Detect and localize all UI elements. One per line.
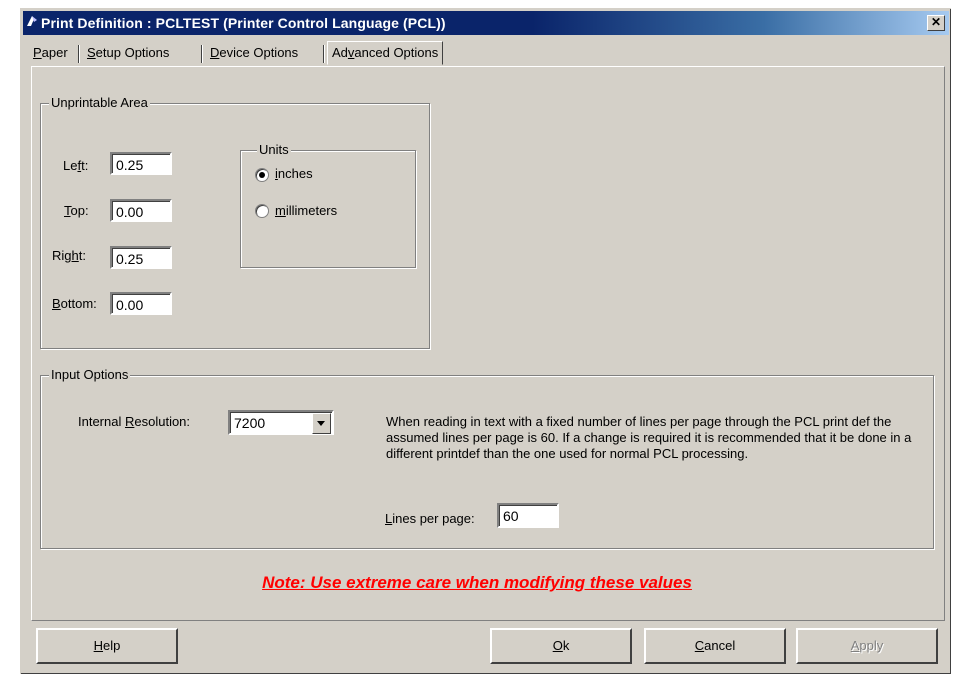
internal-resolution-select[interactable]: 7200 [228, 410, 334, 435]
tab-label: evice Options [219, 45, 299, 60]
tab-paper[interactable]: Paper [29, 43, 72, 63]
button-label: pply [859, 638, 884, 653]
left-margin-input[interactable]: 0.25 [110, 152, 172, 175]
input-options-legend: Input Options [49, 367, 131, 382]
help-button[interactable]: Help [36, 628, 178, 664]
tab-divider [201, 45, 202, 63]
top-label: Top: [64, 203, 89, 218]
chevron-down-icon[interactable] [312, 413, 331, 434]
unprintable-area-legend: Unprintable Area [49, 95, 150, 110]
input-options-group: Input Options [40, 367, 934, 549]
tab-label: etup Options [95, 45, 170, 60]
tab-label-mnemonic: P [33, 45, 42, 60]
tab-divider [323, 45, 324, 63]
button-mnemonic: C [694, 638, 705, 653]
inches-radio[interactable] [255, 168, 269, 182]
button-label: k [562, 638, 570, 653]
label-text: ines per page: [392, 511, 475, 526]
bottom-label: Bottom: [52, 296, 97, 311]
label-text: op: [70, 203, 89, 218]
tab-label: anced Options [354, 45, 439, 60]
tab-label-mnemonic: S [87, 45, 96, 60]
label-mnemonic: B [52, 296, 61, 311]
label-text: illimeters [285, 203, 338, 218]
tab-label-mnemonic: D [210, 45, 220, 60]
apply-button[interactable]: Apply [796, 628, 938, 664]
ok-button[interactable]: Ok [490, 628, 632, 664]
right-margin-input[interactable]: 0.25 [110, 246, 172, 269]
label-text: Internal [78, 414, 125, 429]
inches-label[interactable]: inches [275, 166, 313, 181]
close-button[interactable]: ✕ [927, 15, 945, 31]
bottom-margin-input[interactable]: 0.00 [110, 292, 172, 315]
lines-per-page-input[interactable]: 60 [497, 503, 559, 528]
millimeters-label[interactable]: millimeters [275, 203, 337, 218]
radio-selected-dot [259, 172, 265, 178]
tab-label-prefix: Ad [332, 45, 348, 60]
label-text: Rig [52, 248, 72, 263]
close-icon: ✕ [930, 15, 942, 29]
button-mnemonic: H [93, 638, 104, 653]
button-mnemonic: O [552, 638, 563, 653]
tab-label: aper [41, 45, 68, 60]
label-mnemonic: R [124, 414, 135, 429]
internal-resolution-value: 7200 [234, 415, 266, 431]
button-label: elp [103, 638, 121, 653]
printer-app-icon [27, 16, 37, 26]
label-text: t: [81, 158, 89, 173]
tab-advanced-options[interactable]: Advanced Options [327, 41, 444, 65]
tab-divider [78, 45, 79, 63]
right-label: Right: [52, 248, 86, 263]
label-text: ottom: [60, 296, 97, 311]
label-text: Le [63, 158, 78, 173]
label-text: nches [277, 166, 313, 181]
tab-device-options[interactable]: Device Options [206, 43, 302, 63]
label-text: esolution: [134, 414, 191, 429]
label-text: t: [78, 248, 86, 263]
internal-resolution-label: Internal Resolution: [78, 414, 190, 429]
label-mnemonic: m [275, 203, 286, 218]
button-label: ancel [704, 638, 736, 653]
warning-note: Note: Use extreme care when modifying th… [262, 573, 692, 592]
units-legend: Units [257, 142, 291, 157]
lines-per-page-description: When reading in text with a fixed number… [386, 414, 912, 461]
left-label: Left: [63, 158, 88, 173]
millimeters-radio[interactable] [255, 204, 269, 218]
tab-setup-options[interactable]: Setup Options [83, 43, 173, 63]
title-bar[interactable]: Print Definition : PCLTEST (Printer Cont… [23, 11, 949, 35]
lines-per-page-label: Lines per page: [385, 511, 475, 526]
top-margin-input[interactable]: 0.00 [110, 199, 172, 222]
label-mnemonic: h [71, 248, 79, 263]
cancel-button[interactable]: Cancel [644, 628, 786, 664]
window-title: Print Definition : PCLTEST (Printer Cont… [41, 15, 446, 31]
